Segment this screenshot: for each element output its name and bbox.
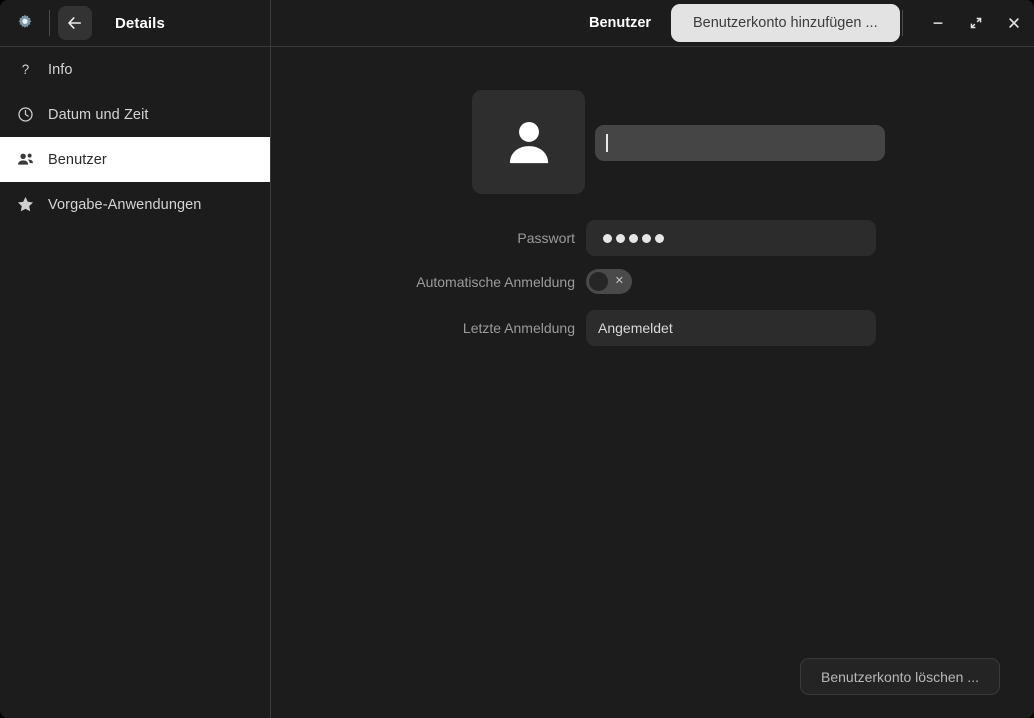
header-right-section: Benutzer Benutzerkonto hinzufügen ... xyxy=(271,0,1034,46)
auto-login-row: Automatische Anmeldung ✕ xyxy=(271,269,1034,294)
window-body: ? Info Datum und Zeit xyxy=(0,47,1034,718)
auto-login-label: Automatische Anmeldung xyxy=(271,275,586,289)
sidebar-item-users[interactable]: Benutzer xyxy=(0,137,270,182)
username-input[interactable] xyxy=(595,125,885,161)
header-left-section: Details xyxy=(0,0,271,46)
sidebar: ? Info Datum und Zeit xyxy=(0,47,271,718)
toggle-off-mark: ✕ xyxy=(615,276,624,287)
star-icon xyxy=(12,195,38,214)
window-controls xyxy=(924,9,1028,37)
delete-account-button[interactable]: Benutzerkonto löschen ... xyxy=(800,658,1000,695)
toggle-knob xyxy=(589,272,608,291)
minimize-button[interactable] xyxy=(924,9,952,37)
last-login-value: Angemeldet xyxy=(586,310,876,346)
add-account-button[interactable]: Benutzerkonto hinzufügen ... xyxy=(671,4,900,42)
question-mark-icon: ? xyxy=(12,61,38,78)
sidebar-item-default-apps[interactable]: Vorgabe-Anwendungen xyxy=(0,182,270,227)
last-login-row: Letzte Anmeldung Angemeldet xyxy=(271,310,1034,346)
password-row: Passwort xyxy=(271,220,1034,256)
header-divider xyxy=(49,10,50,36)
last-login-label: Letzte Anmeldung xyxy=(271,321,586,335)
close-icon xyxy=(1007,16,1021,30)
maximize-button[interactable] xyxy=(962,9,990,37)
back-button[interactable] xyxy=(58,6,92,40)
avatar-name-row xyxy=(271,90,1034,194)
password-input[interactable] xyxy=(586,220,876,256)
clock-icon xyxy=(12,106,38,123)
settings-window: Details Benutzer Benutzerkonto hinzufüge… xyxy=(0,0,1034,718)
users-icon xyxy=(12,150,38,169)
sidebar-item-label: Vorgabe-Anwendungen xyxy=(48,197,201,213)
user-account-form: Passwort Automatische Anmeldung ✕ xyxy=(271,47,1034,346)
sidebar-item-info[interactable]: ? Info xyxy=(0,47,270,92)
window-controls-divider xyxy=(902,10,903,36)
svg-text:?: ? xyxy=(21,62,28,77)
password-label: Passwort xyxy=(271,231,586,245)
person-avatar-icon xyxy=(498,111,560,173)
page-title: Details xyxy=(115,15,165,32)
text-caret xyxy=(606,134,608,152)
avatar[interactable] xyxy=(472,90,585,194)
minimize-icon xyxy=(931,16,945,30)
close-button[interactable] xyxy=(1000,9,1028,37)
gear-icon xyxy=(13,11,37,35)
section-title: Benutzer xyxy=(589,15,651,31)
password-dots xyxy=(598,234,664,243)
sidebar-item-label: Benutzer xyxy=(48,152,107,168)
arrow-left-icon xyxy=(66,14,84,32)
auto-login-toggle[interactable]: ✕ xyxy=(586,269,632,294)
sidebar-item-label: Datum und Zeit xyxy=(48,107,149,123)
sidebar-item-label: Info xyxy=(48,62,73,78)
header-bar: Details Benutzer Benutzerkonto hinzufüge… xyxy=(0,0,1034,47)
maximize-icon xyxy=(969,16,983,30)
sidebar-item-datetime[interactable]: Datum und Zeit xyxy=(0,92,270,137)
content-area: Passwort Automatische Anmeldung ✕ xyxy=(271,47,1034,718)
